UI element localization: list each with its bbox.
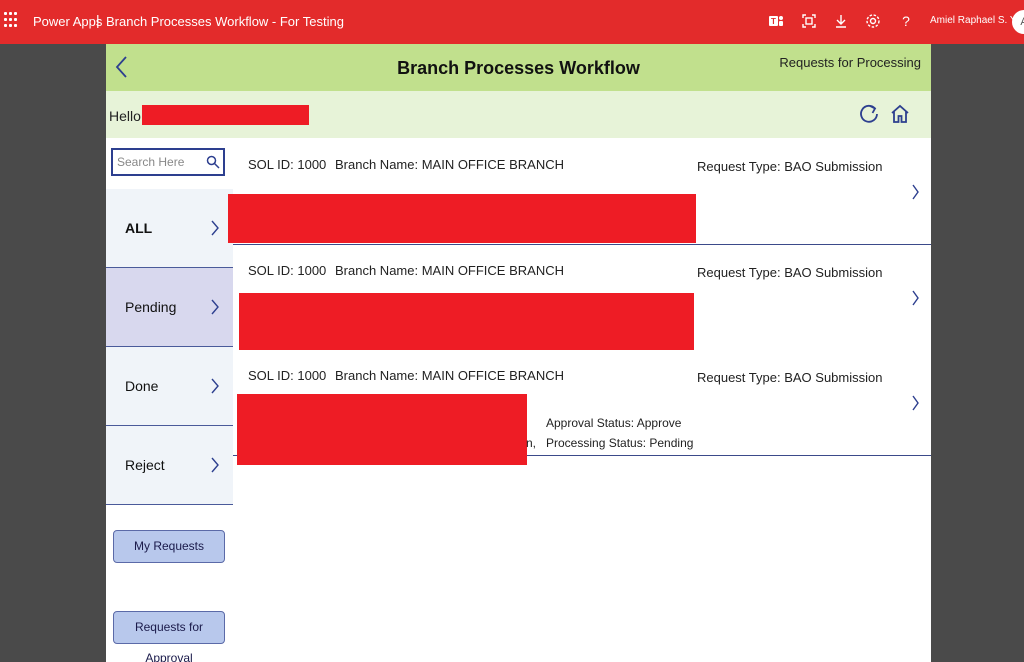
branch-name: Branch Name: MAIN OFFICE BRANCH bbox=[335, 368, 564, 383]
request-type: Request Type: BAO Submission bbox=[697, 370, 883, 385]
download-icon[interactable] bbox=[832, 12, 850, 30]
branch-name: Branch Name: MAIN OFFICE BRANCH bbox=[335, 263, 564, 278]
chevron-right-icon bbox=[210, 376, 220, 396]
nav-item-label: Reject bbox=[125, 457, 165, 473]
help-icon[interactable]: ? bbox=[897, 12, 915, 30]
brand-label[interactable]: Power Apps bbox=[33, 14, 102, 29]
chevron-right-icon[interactable] bbox=[911, 289, 920, 307]
redacted-user-name bbox=[142, 105, 309, 125]
greeting-label: Hello, bbox=[109, 108, 145, 124]
request-type: Request Type: BAO Submission bbox=[697, 265, 883, 280]
request-card[interactable]: SOL ID: 1000 Branch Name: MAIN OFFICE BR… bbox=[233, 245, 931, 352]
search-icon[interactable] bbox=[206, 155, 220, 169]
svg-text:?: ? bbox=[902, 13, 910, 29]
power-apps-topbar: Power Apps | Branch Processes Workflow -… bbox=[0, 0, 1024, 44]
chevron-right-icon bbox=[210, 297, 220, 317]
request-card[interactable]: SOL ID: 1000 Branch Name: MAIN OFFICE BR… bbox=[228, 139, 931, 245]
nav-item-label: Done bbox=[125, 378, 159, 394]
chevron-right-icon[interactable] bbox=[911, 183, 920, 201]
chevron-right-icon bbox=[210, 218, 220, 238]
sol-id: SOL ID: 1000 bbox=[248, 263, 327, 278]
redacted-details bbox=[239, 293, 694, 352]
settings-icon[interactable] bbox=[864, 12, 882, 30]
sol-id: SOL ID: 1000 bbox=[248, 368, 327, 383]
requests-for-processing-link[interactable]: Requests for Processing bbox=[779, 55, 921, 70]
app-canvas: Branch Processes Workflow Requests for P… bbox=[106, 44, 931, 662]
greeting-bar: Hello, bbox=[106, 91, 931, 138]
fit-screen-icon[interactable] bbox=[800, 12, 818, 30]
search-input[interactable] bbox=[117, 154, 205, 170]
avatar[interactable]: A bbox=[1012, 10, 1024, 34]
svg-text:T: T bbox=[771, 17, 776, 26]
processing-status: Processing Status: Pending bbox=[546, 436, 694, 450]
requests-for-approval-button[interactable]: Requests for Approval bbox=[113, 611, 225, 662]
nav-item-all[interactable]: ALL bbox=[106, 189, 233, 268]
home-icon[interactable] bbox=[890, 103, 910, 125]
app-header: Branch Processes Workflow Requests for P… bbox=[106, 44, 931, 91]
app-title: Branch Processes Workflow - For Testing bbox=[106, 14, 344, 29]
request-type: Request Type: BAO Submission bbox=[697, 159, 883, 174]
request-card[interactable]: SOL ID: 1000 Branch Name: MAIN OFFICE BR… bbox=[233, 350, 931, 465]
filter-sidebar: ALL Pending Done Reject My Requests Requ… bbox=[106, 138, 233, 662]
search-box[interactable] bbox=[111, 148, 225, 176]
nav-item-label: Pending bbox=[125, 299, 177, 315]
chevron-right-icon[interactable] bbox=[911, 394, 920, 412]
my-requests-button[interactable]: My Requests bbox=[113, 530, 225, 563]
nav-item-done[interactable]: Done bbox=[106, 347, 233, 426]
nav-item-label: ALL bbox=[125, 220, 153, 236]
title-separator: | bbox=[96, 12, 100, 28]
sol-id: SOL ID: 1000 bbox=[248, 157, 327, 172]
teams-icon[interactable]: T bbox=[767, 12, 785, 30]
nav-item-pending[interactable]: Pending bbox=[106, 268, 233, 347]
redacted-details bbox=[237, 394, 527, 465]
branch-name: Branch Name: MAIN OFFICE BRANCH bbox=[335, 157, 564, 172]
refresh-icon[interactable] bbox=[858, 103, 880, 125]
approval-status: Approval Status: Approve bbox=[546, 416, 682, 430]
redacted-details bbox=[228, 194, 696, 243]
truncated-text: n, bbox=[526, 436, 537, 450]
app-launcher-icon[interactable] bbox=[4, 12, 20, 28]
nav-item-reject[interactable]: Reject bbox=[106, 426, 233, 505]
chevron-right-icon bbox=[210, 455, 220, 475]
user-name[interactable]: Amiel Raphael S. Y... bbox=[930, 15, 1024, 26]
